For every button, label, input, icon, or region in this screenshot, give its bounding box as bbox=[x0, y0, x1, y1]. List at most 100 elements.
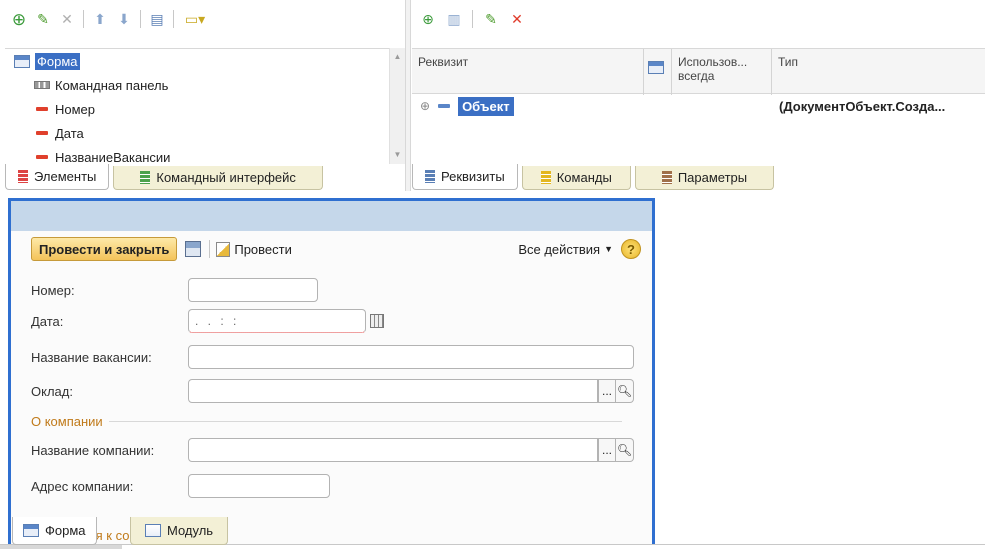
tree-item-label: Номер bbox=[55, 101, 96, 117]
attributes-grid-header: Реквизит Использов... всегда Тип bbox=[412, 48, 985, 95]
add-icon[interactable]: ⊕ bbox=[9, 9, 29, 29]
date-input[interactable]: . . : : bbox=[188, 309, 366, 333]
scroll-down-icon[interactable]: ▼ bbox=[390, 148, 405, 162]
tree-item-form[interactable]: Форма bbox=[5, 49, 389, 73]
all-actions-menu[interactable]: Все действия ▼ ? bbox=[518, 239, 641, 259]
ellipsis-icon[interactable]: ... bbox=[598, 379, 616, 403]
expand-icon[interactable]: ⊕ bbox=[420, 99, 430, 113]
tab-module[interactable]: Модуль bbox=[130, 517, 229, 545]
commands-tab-icon bbox=[540, 171, 551, 184]
field-label: Номер: bbox=[31, 282, 75, 298]
tab-label: Форма bbox=[45, 523, 86, 538]
tab-label: Командный интерфейс bbox=[156, 170, 296, 185]
field-icon bbox=[36, 131, 48, 135]
form-preview: Провести и закрыть Провести Все действия… bbox=[8, 198, 655, 544]
move-down-icon[interactable]: ⬇ bbox=[114, 9, 134, 29]
form-title-bar bbox=[11, 201, 652, 231]
parameters-tab-icon bbox=[661, 171, 672, 184]
group-divider bbox=[108, 420, 622, 422]
save-icon[interactable] bbox=[185, 241, 202, 257]
tab-label: Модуль bbox=[167, 523, 214, 538]
field-company-address: Адрес компании: bbox=[31, 473, 330, 499]
tree-item-date[interactable]: Дата bbox=[5, 121, 389, 145]
toolbar-separator bbox=[140, 10, 141, 28]
tab-command-interface[interactable]: Командный интерфейс bbox=[113, 166, 323, 190]
group-title: О компании bbox=[31, 413, 103, 429]
tab-elements[interactable]: Элементы bbox=[5, 164, 110, 190]
elements-tab-icon bbox=[18, 170, 28, 183]
tab-commands[interactable]: Команды bbox=[521, 166, 631, 190]
attribute-name: Объект bbox=[458, 96, 514, 116]
company-address-input[interactable] bbox=[188, 474, 330, 498]
ellipsis-icon[interactable]: ... bbox=[598, 438, 616, 462]
attributes-panel: ⊕ ▥ ✎ ✕ Реквизит Использов... всегда Тип… bbox=[412, 4, 985, 191]
form-command-bar: Провести и закрыть Провести Все действия… bbox=[31, 236, 641, 262]
tab-form[interactable]: Форма bbox=[12, 517, 97, 545]
column-header-icon bbox=[644, 49, 672, 95]
edit-icon[interactable]: ✎ bbox=[33, 9, 53, 29]
elements-panel: ⊕ ✎ ✕ ⬆ ⬇ ▤ ▭▾ Форма Командная панель Но… bbox=[5, 4, 405, 191]
properties-icon[interactable]: ▤ bbox=[147, 9, 167, 29]
horizontal-scrollbar[interactable] bbox=[0, 545, 122, 549]
column-header-always-used[interactable]: Использов... всегда bbox=[672, 49, 772, 95]
tab-label: Параметры bbox=[677, 170, 748, 185]
calendar-icon[interactable] bbox=[370, 314, 384, 328]
field-icon bbox=[36, 155, 48, 159]
delete-icon[interactable]: ✕ bbox=[57, 9, 77, 29]
bottom-tabs: Форма Модуль bbox=[12, 517, 232, 545]
scroll-up-icon[interactable]: ▲ bbox=[390, 50, 405, 64]
search-icon[interactable]: 🔍︎ bbox=[616, 379, 634, 403]
help-icon[interactable]: ? bbox=[621, 239, 641, 259]
attributes-tabs: Реквизиты Команды Параметры bbox=[412, 164, 778, 190]
tree-item-command-panel[interactable]: Командная панель bbox=[5, 73, 389, 97]
tree-item-number[interactable]: Номер bbox=[5, 97, 389, 121]
view-mode-icon[interactable]: ▭▾ bbox=[180, 9, 210, 29]
field-label: Название вакансии: bbox=[31, 349, 152, 365]
field-label: Дата: bbox=[31, 313, 64, 329]
field-icon bbox=[36, 107, 48, 111]
attributes-row[interactable]: ⊕ Объект (ДокументОбъект.Созда... bbox=[412, 94, 985, 118]
column-header-attribute[interactable]: Реквизит bbox=[412, 49, 644, 95]
form-icon bbox=[23, 524, 39, 537]
attributes-tab-icon bbox=[425, 170, 435, 183]
add-column-icon[interactable]: ▥ bbox=[444, 9, 464, 29]
chevron-down-icon: ▼ bbox=[604, 244, 613, 254]
attributes-toolbar: ⊕ ▥ ✎ ✕ bbox=[412, 4, 527, 34]
elements-tabs: Элементы Командный интерфейс bbox=[5, 164, 327, 190]
toolbar-separator bbox=[173, 10, 174, 28]
company-name-input[interactable] bbox=[188, 438, 598, 462]
tab-label: Элементы bbox=[34, 169, 97, 184]
panel-splitter[interactable] bbox=[405, 0, 411, 191]
tab-label: Реквизиты bbox=[441, 169, 505, 184]
tab-parameters[interactable]: Параметры bbox=[634, 166, 775, 190]
move-up-icon[interactable]: ⬆ bbox=[90, 9, 110, 29]
delete-icon[interactable]: ✕ bbox=[507, 9, 527, 29]
vacancy-name-input[interactable] bbox=[188, 345, 634, 369]
all-actions-label: Все действия bbox=[518, 241, 601, 257]
tree-item-vacancy-name[interactable]: НазваниеВакансии bbox=[5, 145, 389, 164]
tree-scrollbar[interactable]: ▲ ▼ bbox=[389, 48, 405, 164]
tree-item-label: НазваниеВакансии bbox=[55, 149, 171, 165]
attribute-icon bbox=[438, 104, 451, 108]
number-input[interactable] bbox=[188, 278, 318, 302]
command-interface-tab-icon bbox=[140, 171, 151, 184]
salary-input[interactable] bbox=[188, 379, 598, 403]
elements-tree: Форма Командная панель Номер Дата Назван… bbox=[5, 48, 389, 164]
elements-toolbar: ⊕ ✎ ✕ ⬆ ⬇ ▤ ▭▾ bbox=[5, 4, 405, 34]
command-panel-icon bbox=[34, 81, 50, 89]
post-and-close-button[interactable]: Провести и закрыть bbox=[31, 237, 178, 261]
add-attribute-icon[interactable]: ⊕ bbox=[418, 9, 438, 29]
toolbar-separator bbox=[472, 10, 473, 28]
post-button-label: Провести bbox=[234, 241, 292, 257]
post-button[interactable]: Провести bbox=[216, 241, 292, 257]
field-number: Номер: bbox=[31, 277, 318, 303]
table-icon bbox=[648, 61, 664, 74]
field-salary: Оклад: ... 🔍︎ bbox=[31, 378, 634, 404]
tab-attributes[interactable]: Реквизиты bbox=[412, 164, 518, 190]
column-header-type[interactable]: Тип bbox=[772, 49, 985, 95]
edit-icon[interactable]: ✎ bbox=[481, 9, 501, 29]
group-company: О компании bbox=[31, 413, 622, 429]
field-label: Название компании: bbox=[31, 442, 155, 458]
search-icon[interactable]: 🔍︎ bbox=[616, 438, 634, 462]
field-vacancy-name: Название вакансии: bbox=[31, 344, 634, 370]
